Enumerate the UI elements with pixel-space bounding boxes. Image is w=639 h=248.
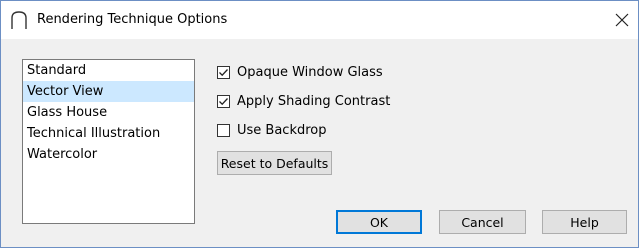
list-item-glass-house[interactable]: Glass House	[23, 102, 194, 123]
apply-shading-contrast-option[interactable]: Apply Shading Contrast	[217, 92, 390, 110]
ok-button[interactable]: OK	[336, 210, 422, 234]
use-backdrop-label: Use Backdrop	[237, 122, 327, 138]
technique-listbox[interactable]: Standard Vector View Glass House Technic…	[22, 59, 195, 224]
list-item-standard[interactable]: Standard	[23, 60, 194, 81]
use-backdrop-option[interactable]: Use Backdrop	[217, 121, 327, 139]
opaque-window-glass-option[interactable]: Opaque Window Glass	[217, 63, 383, 81]
opaque-window-glass-checkbox[interactable]	[217, 65, 230, 79]
apply-shading-contrast-checkbox[interactable]	[217, 94, 230, 108]
opaque-window-glass-label: Opaque Window Glass	[237, 64, 383, 80]
apply-shading-contrast-label: Apply Shading Contrast	[237, 93, 391, 109]
arch-icon	[8, 9, 30, 31]
list-item-technical-illustration[interactable]: Technical Illustration	[23, 123, 194, 144]
close-icon	[615, 13, 629, 27]
reset-to-defaults-button[interactable]: Reset to Defaults	[217, 151, 332, 175]
cancel-button[interactable]: Cancel	[439, 210, 526, 234]
title-bar: Rendering Technique Options	[1, 1, 638, 39]
check-icon	[219, 68, 228, 76]
dialog-title: Rendering Technique Options	[37, 12, 228, 27]
list-item-watercolor[interactable]: Watercolor	[23, 144, 194, 165]
rendering-technique-dialog: Rendering Technique Options Standard Vec…	[0, 0, 639, 248]
check-icon	[219, 97, 228, 105]
close-button[interactable]	[610, 8, 634, 32]
use-backdrop-checkbox[interactable]	[217, 123, 230, 137]
list-item-vector-view[interactable]: Vector View	[23, 81, 194, 102]
help-button[interactable]: Help	[542, 210, 627, 234]
